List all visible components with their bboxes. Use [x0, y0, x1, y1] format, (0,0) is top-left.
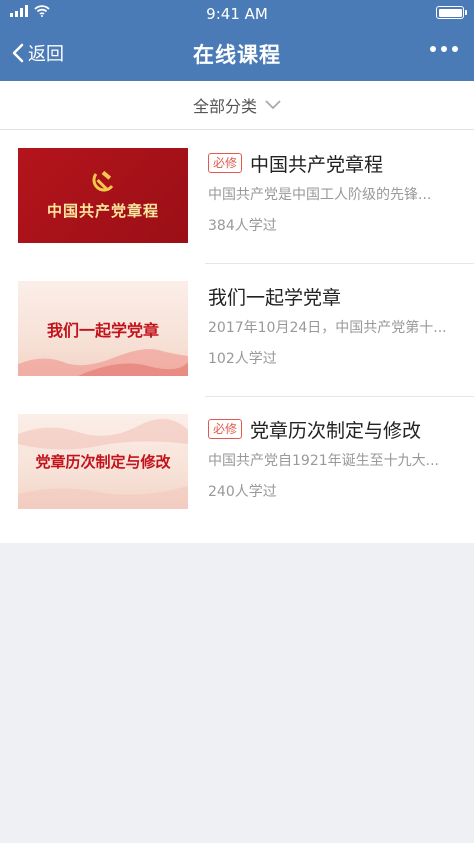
status-bar: 9:41 AM: [0, 0, 474, 26]
required-badge: 必修: [208, 419, 243, 439]
battery-icon: [436, 6, 467, 19]
course-title: 我们一起学党章: [208, 286, 342, 309]
course-thumbnail: 我们一起学党章: [18, 281, 188, 376]
navbar: 返回 在线课程: [0, 26, 474, 81]
category-filter-label: 全部分类: [192, 97, 257, 116]
course-thumbnail: 党章历次制定与修改: [18, 414, 188, 509]
thumbnail-text: 中国共产党章程: [46, 202, 159, 220]
hammer-sickle-icon: [92, 170, 114, 192]
course-description: 中国共产党自1921年诞生至十九大...: [208, 453, 439, 469]
more-dots-icon[interactable]: [430, 46, 458, 52]
status-time: 9:41 AM: [206, 5, 268, 23]
thumbnail-text: 党章历次制定与修改: [35, 453, 171, 471]
required-badge: 必修: [208, 153, 243, 173]
course-description: 中国共产党是中国工人阶级的先锋...: [208, 187, 432, 203]
learner-count: 240人学过: [208, 484, 277, 500]
category-filter[interactable]: 全部分类: [0, 81, 474, 130]
thumbnail-text: 我们一起学党章: [46, 320, 159, 340]
course-description: 2017年10月24日，中国共产党第十...: [208, 320, 447, 336]
page-title: 在线课程: [193, 43, 281, 67]
course-item[interactable]: 党章历次制定与修改 必修 党章历次制定与修改 中国共产党自1921年诞生至十九大…: [0, 396, 474, 529]
header: 9:41 AM 返回 在线课程: [0, 0, 474, 81]
chevron-down-icon: [265, 100, 281, 110]
mountain-decoration: [18, 349, 188, 376]
course-title: 中国共产党章程: [250, 153, 384, 176]
course-title: 党章历次制定与修改: [250, 419, 422, 442]
learner-count: 384人学过: [208, 218, 277, 234]
learner-count: 102人学过: [208, 351, 277, 367]
course-item[interactable]: 我们一起学党章 我们一起学党章 2017年10月24日，中国共产党第十... 1…: [0, 263, 474, 396]
course-thumbnail: 中国共产党章程: [18, 148, 188, 243]
course-list: 中国共产党章程 必修 中国共产党章程 中国共产党是中国工人阶级的先锋... 38…: [0, 130, 474, 543]
course-item[interactable]: 中国共产党章程 必修 中国共产党章程 中国共产党是中国工人阶级的先锋... 38…: [0, 130, 474, 263]
